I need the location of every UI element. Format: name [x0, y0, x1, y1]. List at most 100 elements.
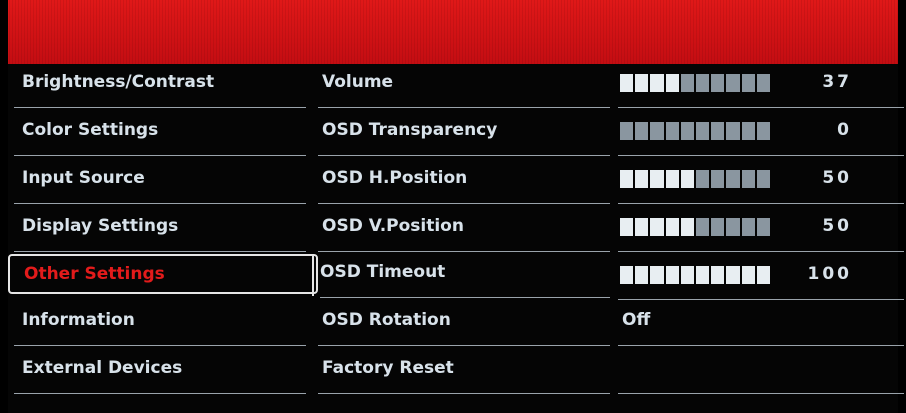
row-divider [618, 345, 904, 346]
row-divider [618, 203, 904, 204]
level-bar-segment [665, 218, 681, 236]
level-bar-segment [620, 218, 636, 236]
category-label: Color Settings [22, 120, 159, 140]
category-label: Brightness/Contrast [22, 72, 215, 92]
setting-label: OSD V.Position [322, 216, 464, 236]
level-bar-segment [756, 218, 773, 236]
volume-value: 37 [822, 72, 852, 92]
setting-item-osd-v-position[interactable]: OSD V.Position [312, 208, 610, 256]
level-bar [620, 266, 773, 284]
level-bar-segment [696, 170, 712, 188]
setting-item-osd-transparency[interactable]: OSD Transparency [312, 112, 610, 160]
row-divider [320, 297, 610, 298]
osd-transparency-value: 0 [837, 120, 852, 140]
setting-label: OSD Timeout [320, 262, 446, 282]
osd-v-position-slider[interactable]: 50 [612, 208, 904, 256]
category-item-brightness-contrast[interactable]: Brightness/Contrast [8, 64, 306, 112]
row-divider [14, 155, 306, 156]
row-divider [618, 393, 904, 394]
osd-v-position-value: 50 [822, 216, 852, 236]
selection-highlight: Other Settings [8, 254, 318, 294]
category-item-other-settings[interactable]: Other Settings [8, 250, 318, 298]
level-bar-segment [741, 266, 757, 284]
level-bar-segment [650, 122, 666, 140]
setting-item-osd-h-position[interactable]: OSD H.Position [312, 160, 610, 208]
level-bar-segment [620, 122, 636, 140]
level-bar [620, 122, 773, 140]
level-bar-segment [680, 266, 697, 284]
category-item-external-devices[interactable]: External Devices [8, 350, 306, 398]
level-bar-segment [620, 266, 636, 284]
level-bar-segment [680, 218, 697, 236]
level-bar-segment [756, 74, 773, 92]
level-bar-segment [711, 122, 727, 140]
category-item-information[interactable]: Information [8, 302, 306, 350]
row-divider [318, 203, 610, 204]
row-divider [14, 393, 306, 394]
level-bar-segment [620, 170, 636, 188]
osd-timeout-slider[interactable]: 100 [612, 256, 904, 304]
level-bar-segment [650, 266, 666, 284]
row-divider [618, 251, 904, 252]
row-divider [618, 299, 904, 300]
level-bar-segment [711, 74, 727, 92]
level-bar-segment [741, 218, 757, 236]
osd-transparency-slider[interactable]: 0 [612, 112, 904, 160]
category-item-input-source[interactable]: Input Source [8, 160, 306, 208]
setting-label: OSD Rotation [322, 310, 451, 330]
row-divider [318, 393, 610, 394]
setting-item-volume[interactable]: Volume [312, 64, 610, 112]
level-bar-segment [726, 122, 742, 140]
row-divider [14, 107, 306, 108]
level-bar-segment [711, 218, 727, 236]
category-item-color-settings[interactable]: Color Settings [8, 112, 306, 160]
level-bar-segment [680, 74, 697, 92]
level-bar-segment [635, 74, 651, 92]
level-bar-segment [741, 170, 757, 188]
category-label: Information [22, 310, 135, 330]
level-bar-segment [756, 266, 773, 284]
level-bar [620, 74, 773, 92]
row-divider [14, 345, 306, 346]
level-bar-segment [665, 74, 681, 92]
level-bar-segment [635, 218, 651, 236]
factory-reset-value-row [612, 350, 904, 398]
level-bar-segment [741, 74, 757, 92]
row-divider [318, 251, 610, 252]
osd-h-position-value: 50 [822, 168, 852, 188]
category-label: External Devices [22, 358, 183, 378]
setting-label: Factory Reset [322, 358, 454, 378]
osd-rotation-value-row[interactable]: Off [612, 302, 904, 350]
level-bar-segment [635, 266, 651, 284]
setting-item-osd-timeout[interactable]: OSD Timeout [312, 254, 610, 298]
level-bar-segment [711, 170, 727, 188]
osd-h-position-slider[interactable]: 50 [612, 160, 904, 208]
level-bar-segment [680, 122, 697, 140]
row-divider [318, 345, 610, 346]
level-bar-segment [711, 266, 727, 284]
level-bar-segment [696, 74, 712, 92]
setting-label: OSD H.Position [322, 168, 468, 188]
level-bar-segment [726, 266, 742, 284]
level-bar-segment [680, 170, 697, 188]
level-bar-segment [665, 122, 681, 140]
row-divider [318, 155, 610, 156]
level-bar-segment [620, 74, 636, 92]
level-bar-segment [756, 122, 773, 140]
level-bar-segment [741, 122, 757, 140]
level-bar-segment [635, 170, 651, 188]
level-bar-segment [696, 266, 712, 284]
category-label-selected: Other Settings [24, 264, 165, 284]
setting-item-factory-reset[interactable]: Factory Reset [312, 350, 610, 398]
level-bar-segment [635, 122, 651, 140]
level-bar-segment [650, 74, 666, 92]
level-bar-segment [650, 218, 666, 236]
level-bar-segment [756, 170, 773, 188]
setting-item-osd-rotation[interactable]: OSD Rotation [312, 302, 610, 350]
category-item-display-settings[interactable]: Display Settings [8, 208, 306, 256]
level-bar-segment [665, 266, 681, 284]
category-label: Display Settings [22, 216, 179, 236]
volume-slider[interactable]: 37 [612, 64, 904, 112]
setting-label: Volume [322, 72, 394, 92]
osd-timeout-value: 100 [807, 264, 852, 284]
